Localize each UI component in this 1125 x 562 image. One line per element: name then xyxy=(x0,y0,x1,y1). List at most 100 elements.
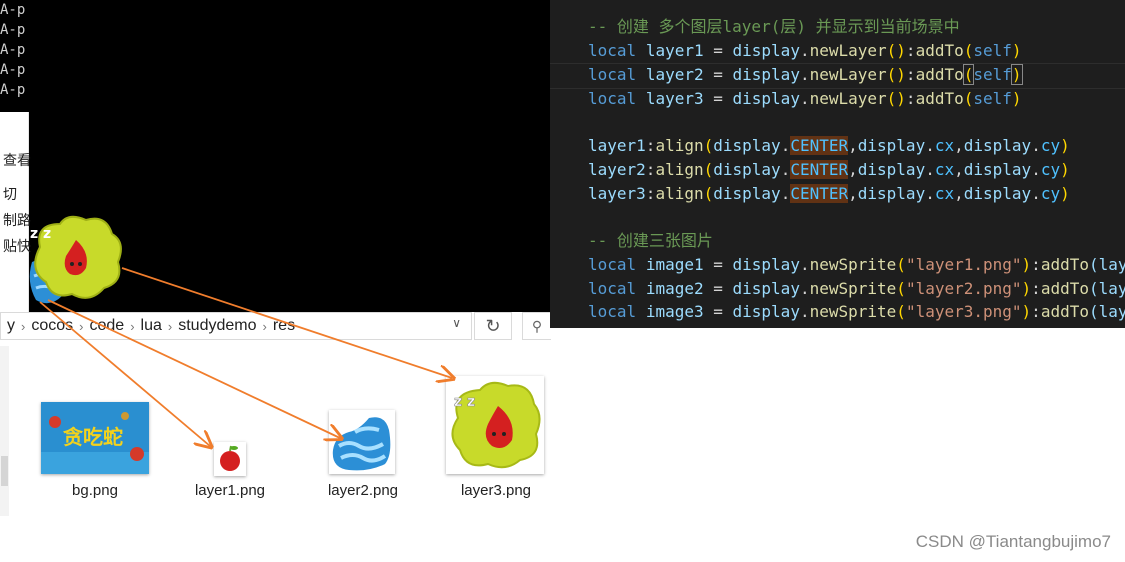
code-fn: addTo xyxy=(1040,302,1089,321)
code-fn: addTo xyxy=(1040,279,1089,298)
svg-text:z z: z z xyxy=(454,394,475,410)
code-var: layer2 xyxy=(645,65,704,84)
file-name: layer2.png xyxy=(327,482,399,499)
file-item[interactable]: layer2.png xyxy=(313,402,413,502)
code-var: display xyxy=(732,302,800,321)
breadcrumb-item[interactable]: code xyxy=(83,317,130,335)
code-fn: align xyxy=(655,160,704,179)
code-fn: newSprite xyxy=(809,255,897,274)
code-line: local layer3 = display.newLayer():addTo(… xyxy=(588,89,1022,108)
code-fn: newSprite xyxy=(809,302,897,321)
breadcrumb-item[interactable]: y xyxy=(1,317,21,335)
code-line: local image2 = display.newSprite("layer2… xyxy=(588,277,1125,301)
code-fn: newLayer xyxy=(809,65,887,84)
code-var: layer3 xyxy=(645,89,704,108)
console-output: A-p A-p A-p A-p A-p xyxy=(0,0,28,100)
search-box[interactable]: ⚲ xyxy=(522,312,551,340)
code-var: display xyxy=(713,184,781,203)
code-var: display xyxy=(857,136,926,155)
scrollbar-thumb[interactable] xyxy=(1,456,8,486)
code-const: cy xyxy=(1040,184,1061,203)
code-fn: newSprite xyxy=(809,279,897,298)
layer3-thumbnail: z z xyxy=(446,376,544,474)
code-var: display xyxy=(963,160,1032,179)
code-var: display xyxy=(732,41,800,60)
file-name: layer1.png xyxy=(194,482,266,499)
code-comment: -- 创建三张图片 xyxy=(588,231,713,250)
code-keyword: local xyxy=(588,89,637,108)
file-name: bg.png xyxy=(72,482,118,499)
code-var: (lay xyxy=(1088,255,1125,274)
code-var: display xyxy=(857,160,926,179)
code-const: CENTER xyxy=(790,184,849,203)
code-const: CENTER xyxy=(790,160,849,179)
code-line: local layer1 = display.newLayer():addTo(… xyxy=(588,41,1022,60)
file-item[interactable]: z z layer3.png xyxy=(446,376,546,502)
game-sprites: z z xyxy=(29,215,122,304)
refresh-button[interactable]: ↻ xyxy=(474,312,512,340)
code-keyword: local xyxy=(588,65,637,84)
code-fn: newLayer xyxy=(809,41,887,60)
code-fn: align xyxy=(655,184,704,203)
ribbon-view-tab[interactable]: 查看 xyxy=(3,150,31,170)
code-line: local layer2 = display.newLayer():addTo(… xyxy=(588,64,1023,85)
code-var: image2 xyxy=(645,279,704,298)
code-line: local image1 = display.newSprite("layer1… xyxy=(588,253,1125,277)
layer1-thumbnail xyxy=(214,442,246,476)
svg-text:z z: z z xyxy=(30,226,51,242)
chevron-down-icon[interactable]: ∨ xyxy=(452,316,461,330)
code-var: display xyxy=(963,136,1032,155)
code-var: display xyxy=(857,184,926,203)
breadcrumb-item[interactable]: cocos xyxy=(25,317,79,335)
file-item[interactable]: 贪吃蛇 bg.png xyxy=(40,402,150,502)
watermark: CSDN @Tiantangbujimo7 xyxy=(915,532,1111,551)
console-line: A-p xyxy=(0,2,26,18)
refresh-icon: ↻ xyxy=(485,315,501,336)
code-var: display xyxy=(713,136,781,155)
code-line: layer2:align(display.CENTER,display.cx,d… xyxy=(588,160,1070,179)
code-var: display xyxy=(963,184,1032,203)
file-list-pane: 贪吃蛇 bg.png layer1.png layer2.png z z lay… xyxy=(0,346,550,562)
address-bar: y › cocos › code › lua › studydemo › res… xyxy=(0,312,551,347)
breadcrumb-item[interactable]: lua xyxy=(135,317,168,335)
code-line: layer1:align(display.CENTER,display.cx,d… xyxy=(588,136,1070,155)
code-fn: align xyxy=(655,136,704,155)
code-editor[interactable]: -- 创建 多个图层layer(层) 并显示到当前场景中 local layer… xyxy=(550,0,1125,328)
nav-pane-scrollbar[interactable] xyxy=(0,346,9,516)
code-const: cx xyxy=(934,184,955,203)
code-var: layer1 xyxy=(588,136,646,155)
console-line: A-p xyxy=(0,62,26,78)
breadcrumb-item[interactable]: studydemo xyxy=(172,317,262,335)
code-const: cy xyxy=(1040,136,1061,155)
code-var: display xyxy=(732,65,800,84)
code-comment: -- 创建 多个图层layer(层) 并显示到当前场景中 xyxy=(588,17,960,36)
code-string: "layer1.png" xyxy=(905,255,1022,274)
code-var: image1 xyxy=(645,255,704,274)
file-item[interactable]: layer1.png xyxy=(180,402,280,502)
breadcrumb[interactable]: y › cocos › code › lua › studydemo › res… xyxy=(0,312,472,340)
code-string: "layer3.png" xyxy=(905,302,1022,321)
console-line: A-p xyxy=(0,82,26,98)
code-keyword: local xyxy=(588,279,637,298)
code-fn: newLayer xyxy=(809,89,887,108)
ribbon-cut-label[interactable]: 切 xyxy=(3,184,17,204)
code-const: cx xyxy=(934,136,955,155)
code-fn: addTo xyxy=(915,89,964,108)
code-fn: addTo xyxy=(915,65,964,84)
console-line: A-p xyxy=(0,22,26,38)
file-name: layer3.png xyxy=(460,482,532,499)
layer2-thumbnail xyxy=(329,410,395,474)
code-var: layer2 xyxy=(588,160,646,179)
code-var: display xyxy=(732,255,800,274)
code-var: (lay xyxy=(1088,302,1125,321)
code-const: cy xyxy=(1040,160,1061,179)
code-var: image3 xyxy=(645,302,704,321)
breadcrumb-item[interactable]: res xyxy=(267,317,301,335)
code-keyword: local xyxy=(588,302,637,321)
code-var: display xyxy=(713,160,781,179)
code-const: cx xyxy=(934,160,955,179)
code-line: local image3 = display.newSprite("layer3… xyxy=(588,300,1125,324)
console-line: A-p xyxy=(0,42,26,58)
code-self: self xyxy=(973,89,1012,108)
code-string: "layer2.png" xyxy=(905,279,1022,298)
